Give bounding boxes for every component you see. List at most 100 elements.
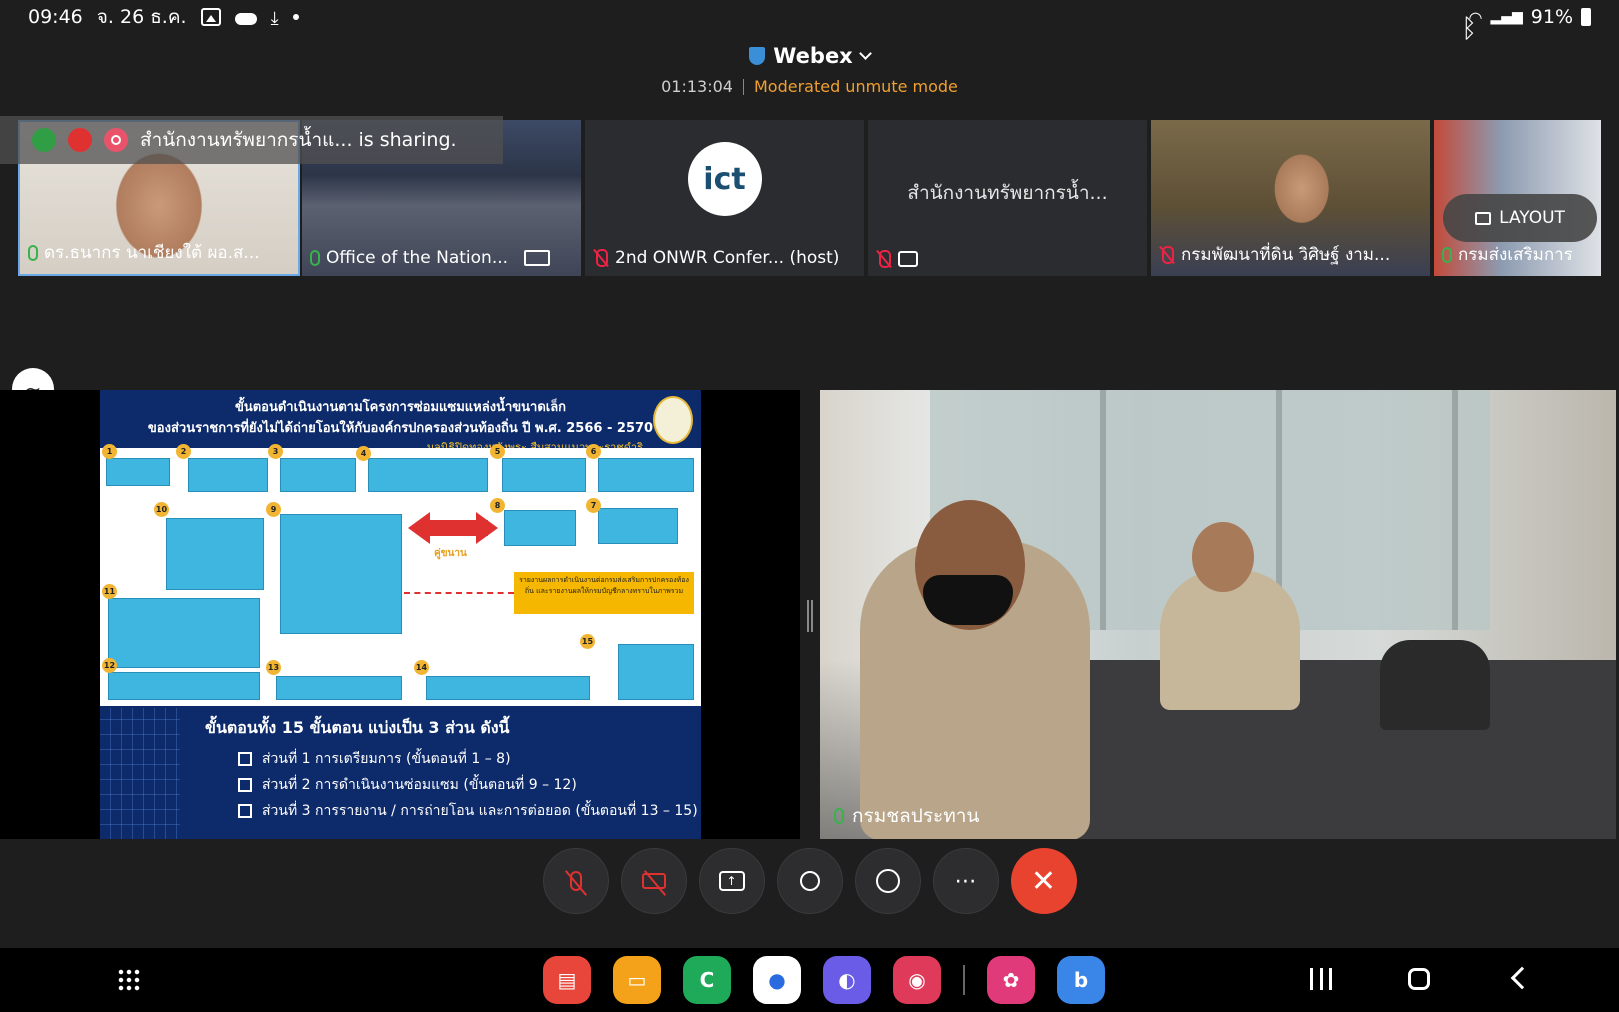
app-dock: ▤ ▭ C ● ◐ ◉ ✿ b — [543, 956, 1105, 1004]
browser-app-icon[interactable]: ◐ — [823, 956, 871, 1004]
webex-app-icon[interactable]: b — [1057, 956, 1105, 1004]
meeting-title-dropdown[interactable]: Webex — [749, 44, 872, 68]
share-screen-icon: ↑ — [718, 871, 745, 891]
video-button[interactable] — [620, 848, 687, 914]
arrow-right-icon — [476, 512, 498, 544]
arrow-left-icon — [408, 512, 430, 544]
face-mask — [923, 575, 1013, 625]
share-icon — [898, 251, 918, 267]
summary-item: ส่วนที่ 2 การดำเนินงานซ่อมแซม (ขั้นตอนที… — [238, 774, 577, 796]
app-name: Webex — [773, 44, 853, 68]
mute-button[interactable] — [542, 848, 609, 914]
battery-level: 91% — [1530, 6, 1573, 28]
summary-title: ขั้นตอนทั้ง 15 ขั้นตอน แบ่งเป็น 3 ส่วน ด… — [205, 718, 510, 737]
participant-tile[interactable]: ict 2nd ONWR Confer... (host) — [585, 120, 864, 276]
participant-name: Office of the Nation... — [326, 248, 509, 268]
flow-step-box — [280, 458, 356, 492]
cloud-icon — [234, 13, 257, 25]
step-number: 15 — [580, 634, 595, 649]
dock-divider — [963, 965, 965, 995]
notes-app-icon[interactable]: ▤ — [543, 956, 591, 1004]
mic-muted-icon — [1159, 245, 1175, 264]
flow-step-box — [166, 518, 264, 590]
participant-name: กรมพัฒนาที่ดิน วิศิษฐ์ งาม... — [1181, 245, 1391, 265]
laptop-icon — [524, 250, 551, 266]
audio-level-icon[interactable] — [32, 128, 56, 152]
home-button[interactable] — [1408, 968, 1430, 990]
more-options-button[interactable]: ⋯ — [932, 848, 999, 914]
flow-step-box — [106, 458, 170, 486]
participant-tile[interactable]: กรมพัฒนาที่ดิน วิศิษฐ์ งาม... — [1151, 120, 1430, 276]
mic-on-icon — [310, 250, 320, 266]
checkbox-icon — [238, 752, 252, 766]
checkbox-icon — [238, 778, 252, 792]
reactions-button[interactable] — [854, 848, 921, 914]
shield-icon — [749, 47, 766, 65]
step-number: 12 — [102, 658, 117, 673]
step-number: 13 — [266, 660, 281, 675]
mic-on-icon — [28, 244, 38, 261]
bluetooth-icon[interactable]: ᛒ — [1461, 14, 1477, 44]
layout-label: LAYOUT — [1499, 208, 1565, 228]
parallel-label: คู่ขนาน — [434, 548, 467, 559]
participants-button[interactable] — [776, 848, 843, 914]
phone-app-icon[interactable]: C — [683, 956, 731, 1004]
meeting-timer: 01:13:04 — [661, 77, 733, 96]
summary-item: ส่วนที่ 3 การรายงาน / การถ่ายโอน และการต… — [238, 800, 698, 822]
seal-logo — [653, 396, 693, 444]
step-number: 7 — [586, 498, 601, 513]
meeting-controls: ↑ ⋯ ✕ — [0, 848, 1619, 914]
divider — [742, 78, 744, 95]
split-resize-handle[interactable] — [807, 600, 813, 632]
slide-subtitle: ของส่วนราชการที่ยังไม่ได้ถ่ายโอนให้กับอง… — [147, 421, 654, 436]
flow-step-box — [368, 458, 488, 492]
flow-step-box — [108, 672, 260, 700]
mic-muted-icon — [569, 871, 582, 891]
flow-step-box — [598, 508, 678, 544]
step-number: 11 — [102, 584, 117, 599]
back-button[interactable] — [1510, 966, 1534, 990]
record-icon[interactable] — [104, 128, 128, 152]
android-nav-bar: ▤ ▭ C ● ◐ ◉ ✿ b — [0, 948, 1619, 1012]
mic-on-icon — [834, 808, 844, 824]
share-button[interactable]: ↑ — [698, 848, 765, 914]
status-bar: 09:46 จ. 26 ธ.ค. ⤓ ◠ ▂▄▆ 91% — [0, 0, 1619, 34]
leave-meeting-button[interactable]: ✕ — [1010, 848, 1077, 914]
circuit-decoration — [100, 708, 180, 839]
step-number: 5 — [490, 444, 505, 459]
close-icon: ✕ — [1030, 863, 1057, 899]
step-number: 3 — [268, 444, 283, 459]
apps-grid-icon[interactable] — [117, 968, 141, 992]
flow-step-box — [598, 458, 694, 492]
meeting-mode: Moderated unmute mode — [753, 77, 958, 96]
mute-icon[interactable] — [68, 128, 92, 152]
presentation-slide: ขั้นตอนดำเนินงานตามโครงการซ่อมแซมแหล่งน้… — [100, 390, 701, 839]
table — [1013, 660, 1616, 839]
checkbox-icon — [238, 804, 252, 818]
slide-title: ขั้นตอนดำเนินงานตามโครงการซ่อมแซมแหล่งน้… — [234, 400, 567, 415]
flow-step-box — [426, 676, 590, 700]
clock: 09:46 — [28, 6, 83, 28]
participant-name: กรมส่งเสริมการ — [1458, 245, 1573, 265]
recent-apps-button[interactable] — [1310, 968, 1332, 990]
shared-content[interactable]: ขั้นตอนดำเนินงานตามโครงการซ่อมแซมแหล่งน้… — [0, 390, 800, 839]
summary-item-text: ส่วนที่ 3 การรายงาน / การถ่ายโอน และการต… — [262, 803, 698, 819]
sharing-text: สำนักงานทรัพยากรน้ำแ... is sharing. — [140, 129, 457, 151]
flow-step-box — [502, 458, 586, 492]
active-speaker-video[interactable]: กรมชลประทาน — [820, 390, 1616, 839]
flow-step-box — [504, 510, 576, 546]
date: จ. 26 ธ.ค. — [96, 6, 187, 28]
layout-button[interactable]: LAYOUT — [1443, 194, 1597, 242]
step-number: 9 — [266, 502, 281, 517]
flow-step-box — [188, 458, 268, 492]
step-number: 1 — [102, 444, 117, 459]
summary-item: ส่วนที่ 1 การเตรียมการ (ขั้นตอนที่ 1 – 8… — [238, 748, 511, 770]
files-app-icon[interactable]: ▭ — [613, 956, 661, 1004]
participant-name: สำนักงานทรัพยากรน้ำ... — [907, 182, 1108, 204]
battery-icon — [1581, 8, 1591, 26]
camera-app-icon[interactable]: ◉ — [893, 956, 941, 1004]
participant-tile[interactable]: สำนักงานทรัพยากรน้ำ... — [868, 120, 1147, 276]
messages-app-icon[interactable]: ● — [753, 956, 801, 1004]
slide-summary: ขั้นตอนทั้ง 15 ขั้นตอน แบ่งเป็น 3 ส่วน ด… — [100, 708, 701, 839]
gallery-app-icon[interactable]: ✿ — [987, 956, 1035, 1004]
